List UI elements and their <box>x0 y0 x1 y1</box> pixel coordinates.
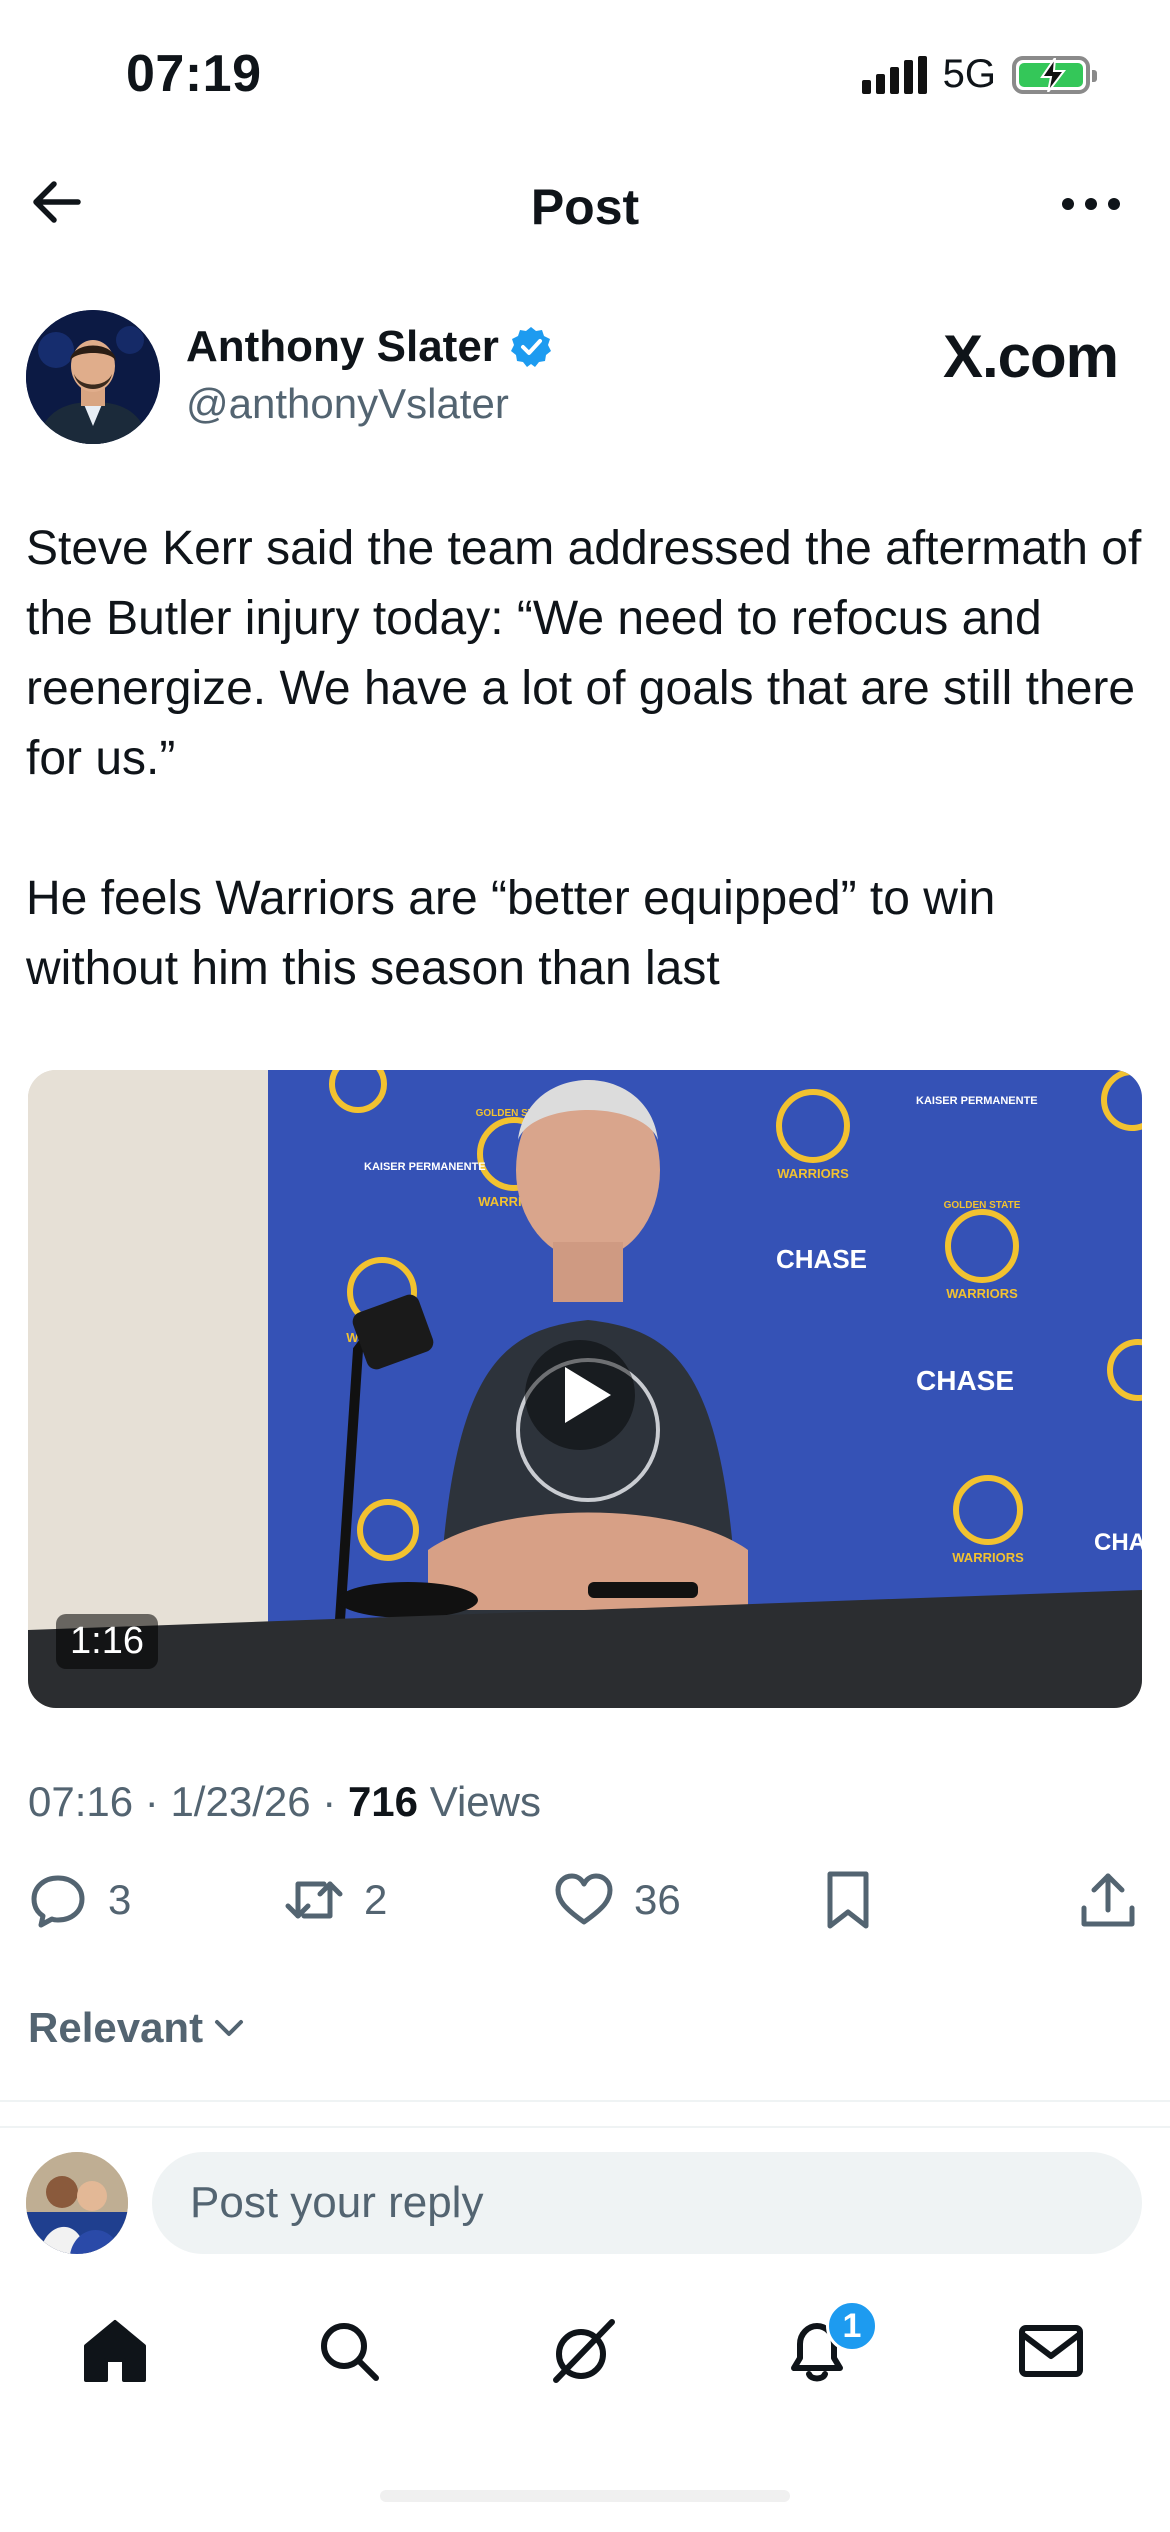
mail-icon[interactable] <box>1016 2316 1086 2386</box>
network-type: 5G <box>942 52 996 96</box>
share-button[interactable] <box>1078 1870 1138 1930</box>
divider <box>0 2126 1170 2128</box>
post-meta: 07:16 · 1/23/26 · 716 Views <box>28 1778 541 1826</box>
like-count: 36 <box>634 1876 681 1923</box>
verified-icon <box>510 327 551 367</box>
share-icon <box>1081 1873 1135 1927</box>
backdrop-text-warriors: WARRIORS <box>946 1286 1018 1301</box>
post-date: 1/23/26 <box>170 1778 311 1825</box>
repost-button[interactable]: 2 <box>284 1870 387 1930</box>
home-indicator <box>380 2490 790 2502</box>
meta-separator: · <box>144 1778 159 1825</box>
status-icons: 5G <box>861 52 1097 97</box>
post-screen: 07:19 5G Post Anthony Slater @anthonyVsl… <box>0 0 1170 2532</box>
like-button[interactable]: 36 <box>554 1870 681 1930</box>
battery-icon <box>1012 55 1097 94</box>
author-handle[interactable]: @anthonyVslater <box>186 380 509 428</box>
post-time: 07:16 <box>28 1778 134 1825</box>
action-bar: 3 2 36 <box>28 1870 1148 1940</box>
backdrop-text-warriors: WARRIORS <box>952 1550 1024 1565</box>
video-duration: 1:16 <box>56 1614 158 1669</box>
backdrop-text-chase: CHASE <box>776 1244 867 1274</box>
repost-icon <box>285 1881 343 1919</box>
sort-dropdown[interactable]: Relevant <box>28 2004 247 2052</box>
play-icon <box>565 1367 611 1423</box>
home-icon[interactable] <box>80 2316 150 2386</box>
views-count: 716 <box>347 1778 419 1825</box>
backdrop-text-kaiser: KAISER PERMANENTE <box>364 1161 486 1173</box>
author-name[interactable]: Anthony Slater <box>186 322 553 372</box>
backdrop-text-chase: CHASE <box>1094 1529 1142 1556</box>
like-icon <box>555 1873 613 1925</box>
divider <box>0 2100 1170 2102</box>
tweet-text: Steve Kerr said the team addressed the a… <box>26 514 1146 1004</box>
signal-icon <box>861 55 927 94</box>
bookmark-icon <box>827 1871 869 1929</box>
backdrop-text-golden-state: GOLDEN STATE <box>944 1200 1021 1211</box>
notifications-badge: 1 <box>826 2300 878 2352</box>
author-avatar[interactable] <box>26 310 160 444</box>
video-player[interactable]: WARRIORS WARRIORS WARRIORS WARRIORS WARR… <box>28 1070 1142 1708</box>
source-label: X.com <box>942 323 1119 390</box>
repost-count: 2 <box>364 1876 388 1923</box>
meta-separator: · <box>322 1778 337 1825</box>
user-avatar[interactable] <box>26 2152 128 2254</box>
chevron-down-icon <box>215 2020 244 2036</box>
more-icon[interactable] <box>1056 184 1126 224</box>
views-label: Views <box>429 1778 541 1825</box>
status-time: 07:19 <box>126 45 262 103</box>
reply-input[interactable] <box>152 2152 1142 2254</box>
page-title: Post <box>530 179 640 235</box>
backdrop-text-warriors: WARRIORS <box>777 1166 849 1181</box>
backdrop-text-chase: CHASE <box>916 1365 1014 1396</box>
sort-label: Relevant <box>28 2004 204 2051</box>
bookmark-button[interactable] <box>818 1870 878 1930</box>
backdrop-text-kaiser: KAISER PERMANENTE <box>916 1095 1038 1107</box>
grok-icon[interactable] <box>548 2316 618 2386</box>
tweet-paragraph: He feels Warriors are “better equipped” … <box>26 872 996 995</box>
play-button[interactable] <box>525 1340 635 1450</box>
search-icon[interactable] <box>314 2316 384 2386</box>
author-name-text: Anthony Slater <box>186 322 499 371</box>
reply-icon <box>31 1875 85 1928</box>
reply-button[interactable]: 3 <box>28 1870 131 1930</box>
tweet-paragraph: Steve Kerr said the team addressed the a… <box>26 522 1142 785</box>
reply-count: 3 <box>108 1876 132 1923</box>
